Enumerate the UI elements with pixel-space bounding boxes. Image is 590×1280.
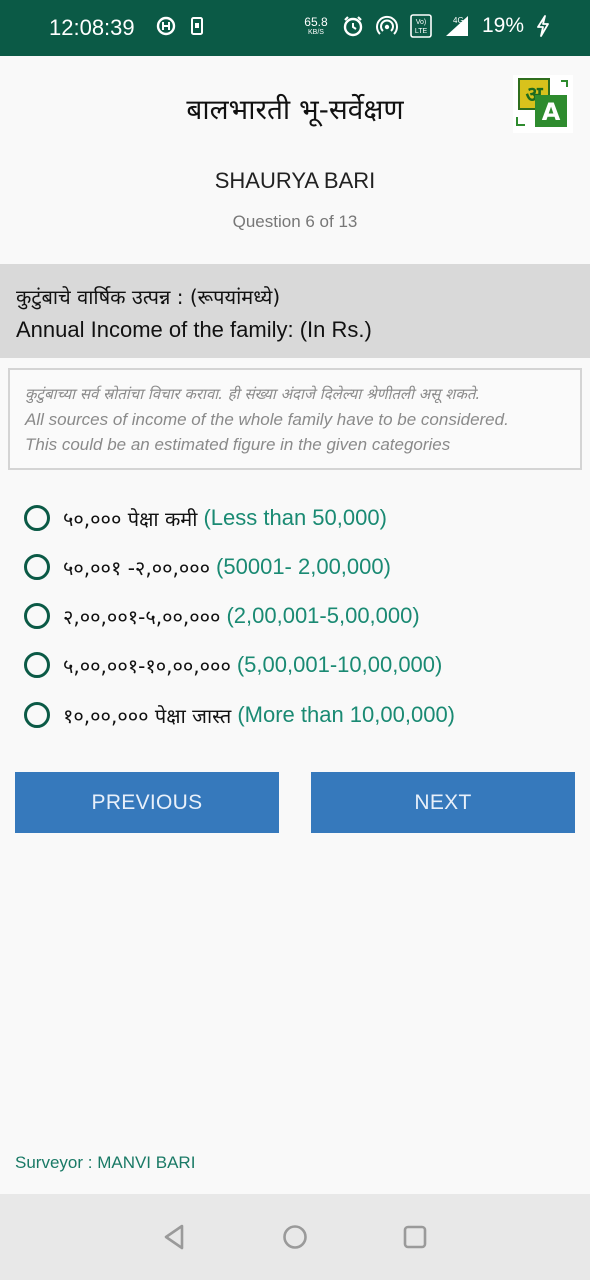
option-label-mr: २,००,००१-५,००,००० [63,604,221,629]
back-icon[interactable] [160,1222,190,1252]
previous-button[interactable]: PREVIOUS [15,772,279,833]
lang-glyph-en: A [542,98,561,126]
option-more-than-1000000[interactable]: १०,००,००० पेक्षा जास्त (More than 10,00,… [24,695,455,735]
option-label-mr: ५०,००१ -२,००,००० [63,555,211,580]
signal-icon: 4G [444,14,470,38]
question-progress: Question 6 of 13 [232,212,358,231]
option-label-mr: १०,००,००० पेक्षा जास्त [63,703,232,728]
hint-text-en-2: This could be an estimated figure in the… [25,435,451,454]
hotspot-icon [375,15,398,37]
volte-text-1: Vo) [416,19,427,26]
radio-button[interactable] [24,652,50,678]
volte-text-2: LTE [415,28,428,35]
question-block: कुटुंबाचे वार्षिक उत्पन्न : (रूपयांमध्ये… [0,264,590,358]
radio-button[interactable] [24,603,50,629]
status-right-icons: 65.8 KB/S Vo) LTE 4G 19% [302,12,550,40]
option-label-en: (More than 10,00,000) [237,702,456,727]
respondent-name: SHAURYA BARI [214,168,376,193]
hint-text-en-1: All sources of income of the whole famil… [25,410,509,429]
alarm-icon [342,15,364,37]
status-left-icons [156,16,204,36]
radio-button[interactable] [24,505,50,531]
hint-text-mr: कुटुंबाच्या सर्व स्रोतांचा विचार करावा. … [25,385,481,403]
language-toggle-button[interactable]: अ A [513,75,573,133]
android-nav-bar [0,1194,590,1280]
option-200001-500000[interactable]: २,००,००१-५,००,००० (2,00,001-5,00,000) [24,596,420,636]
app-header: बालभारती भू-सर्वेक्षण अ A [0,56,590,156]
status-time: 12:08:39 [49,15,135,40]
net-speed-value: 65.8 [304,15,328,29]
network-type-text: 4G [453,16,464,25]
app-title: बालभारती भू-सर्वेक्षण [186,93,404,126]
option-label-en: (Less than 50,000) [203,505,387,530]
net-speed-unit: KB/S [307,29,324,36]
net-speed: 65.8 KB/S [302,16,330,36]
charging-icon [536,15,550,37]
surveyor-label: Surveyor : MANVI BARI [15,1153,196,1172]
radio-button[interactable] [24,554,50,580]
hint-box: कुटुंबाच्या सर्व स्रोतांचा विचार करावा. … [8,368,582,470]
question-text-mr: कुटुंबाचे वार्षिक उत्पन्न : (रूपयांमध्ये… [16,285,281,309]
sim-card-icon [190,16,204,36]
status-bar: 12:08:39 65.8 KB/S Vo) LTE 4G 19% [0,0,590,56]
translate-icon: अ A [516,78,568,127]
option-label-en: (2,00,001-5,00,000) [226,603,420,628]
next-button[interactable]: NEXT [311,772,575,833]
battery-percent: 19% [481,14,524,37]
option-label-mr: ५०,००० पेक्षा कमी [63,506,198,531]
option-less-than-50000[interactable]: ५०,००० पेक्षा कमी (Less than 50,000) [24,498,387,538]
option-label-mr: ५,००,००१-१०,००,००० [63,653,231,678]
question-text-en: Annual Income of the family: (In Rs.) [16,317,372,342]
home-icon[interactable] [280,1222,310,1252]
radio-button[interactable] [24,702,50,728]
option-label-en: (5,00,001-10,00,000) [236,652,443,677]
option-500001-1000000[interactable]: ५,००,००१-१०,००,००० (5,00,001-10,00,000) [24,645,442,685]
recents-icon[interactable] [400,1222,430,1252]
option-label-en: (50001- 2,00,000) [216,554,391,579]
option-50001-200000[interactable]: ५०,००१ -२,००,००० (50001- 2,00,000) [24,547,391,587]
volte-icon: Vo) LTE [410,14,432,38]
sync-icon [156,16,176,36]
